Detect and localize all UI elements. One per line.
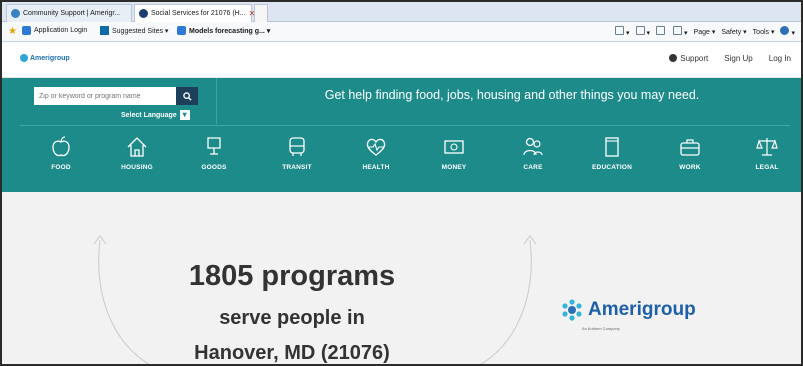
category-work[interactable]: WORK	[655, 136, 725, 171]
home-icon[interactable]: ▾	[615, 26, 630, 37]
money-icon	[444, 140, 464, 154]
tab-strip: Community Support | Amerigr... Social Se…	[2, 2, 801, 22]
favorites-bar: ★ Application Login Suggested Sites ▾ Mo…	[2, 22, 801, 42]
category-food[interactable]: FOOD	[26, 136, 96, 171]
category-education[interactable]: EDUCATION	[577, 136, 647, 171]
favorite-models-forecasting[interactable]: Models forecasting g... ▾	[177, 26, 270, 35]
tagline: Get help finding food, jobs, housing and…	[324, 88, 700, 102]
feeds-icon[interactable]: ▾	[635, 26, 650, 37]
category-housing[interactable]: HOUSING	[102, 136, 172, 171]
tab-label: Community Support | Amerigr...	[23, 10, 121, 17]
bus-icon	[289, 137, 305, 156]
browser-tab-community-support[interactable]: Community Support | Amerigr...	[6, 4, 132, 22]
category-nav: FOOD HOUSING GOODS TRANSIT HEALTH MONEY	[2, 136, 801, 192]
tools-menu[interactable]: Tools ▾	[753, 28, 775, 36]
category-care[interactable]: CARE	[498, 136, 568, 171]
divider	[20, 125, 790, 126]
favorite-suggested-sites[interactable]: Suggested Sites ▾	[100, 26, 168, 35]
favorites-star-icon[interactable]: ★	[8, 26, 17, 37]
location-text: Hanover, MD (21076)	[194, 342, 390, 364]
question-circle-icon	[669, 54, 678, 62]
briefcase-icon	[680, 139, 700, 156]
lamp-icon	[207, 137, 221, 155]
login-link[interactable]: Log In	[769, 54, 791, 63]
new-tab-button[interactable]	[254, 4, 268, 22]
programs-headline: 1805 programs serve people in Hanover, M…	[152, 260, 432, 364]
ie-page-icon	[22, 26, 31, 35]
amerigroup-logo: Amerigroup	[560, 299, 696, 321]
site-header: Amerigroup Support Sign Up Log In	[2, 42, 801, 78]
scales-icon	[756, 138, 778, 156]
print-icon[interactable]: ▾	[673, 26, 688, 37]
browser-tab-social-services[interactable]: Social Services for 21076 (H... ✕	[134, 4, 255, 22]
site-favicon-icon	[139, 9, 148, 18]
safety-menu[interactable]: Safety ▾	[721, 28, 746, 36]
amerigroup-mark-icon	[562, 299, 582, 321]
search-button[interactable]	[176, 87, 198, 105]
ie-page-icon	[177, 26, 186, 35]
headline-line-2: serve people in	[219, 307, 365, 329]
page-menu[interactable]: Page ▾	[694, 28, 716, 36]
help-icon[interactable]: ▾	[780, 26, 795, 37]
signup-link[interactable]: Sign Up	[724, 54, 752, 63]
mail-icon[interactable]	[656, 26, 667, 37]
category-goods[interactable]: GOODS	[179, 136, 249, 171]
apple-icon	[52, 136, 70, 157]
favorite-application-login[interactable]: Application Login	[22, 26, 87, 35]
site-logo[interactable]: Amerigroup	[20, 54, 70, 62]
header-links: Support Sign Up Log In	[669, 54, 791, 63]
support-link[interactable]: Support	[669, 54, 708, 63]
brand-subtitle: An Anthem Company	[582, 326, 620, 331]
search-panel: Select Language ▾	[2, 78, 217, 124]
category-transit[interactable]: TRANSIT	[262, 136, 332, 171]
category-health[interactable]: HEALTH	[341, 136, 411, 171]
program-count: 1805 programs	[188, 260, 396, 292]
logo-mark-icon	[20, 54, 28, 62]
heart-pulse-icon	[366, 138, 386, 156]
house-icon	[127, 137, 147, 157]
language-selector[interactable]: Select Language ▾	[121, 110, 190, 120]
chevron-down-icon: ▾	[179, 110, 190, 120]
hero-banner: Select Language ▾ Get help finding food,…	[2, 78, 801, 192]
category-money[interactable]: MONEY	[419, 136, 489, 171]
site-favicon-icon	[11, 9, 20, 18]
bing-icon	[100, 26, 109, 35]
search-input[interactable]	[34, 87, 176, 105]
main-content: 1805 programs serve people in Hanover, M…	[2, 192, 801, 364]
people-icon	[523, 137, 543, 156]
browser-window: Community Support | Amerigr... Social Se…	[0, 0, 803, 366]
command-bar: ▾ ▾ ▾ Page ▾ Safety ▾ Tools ▾ ▾	[615, 26, 795, 37]
tab-label: Social Services for 21076 (H...	[151, 10, 246, 17]
category-legal[interactable]: LEGAL	[732, 136, 801, 171]
search-icon	[182, 91, 192, 101]
book-icon	[605, 137, 619, 157]
